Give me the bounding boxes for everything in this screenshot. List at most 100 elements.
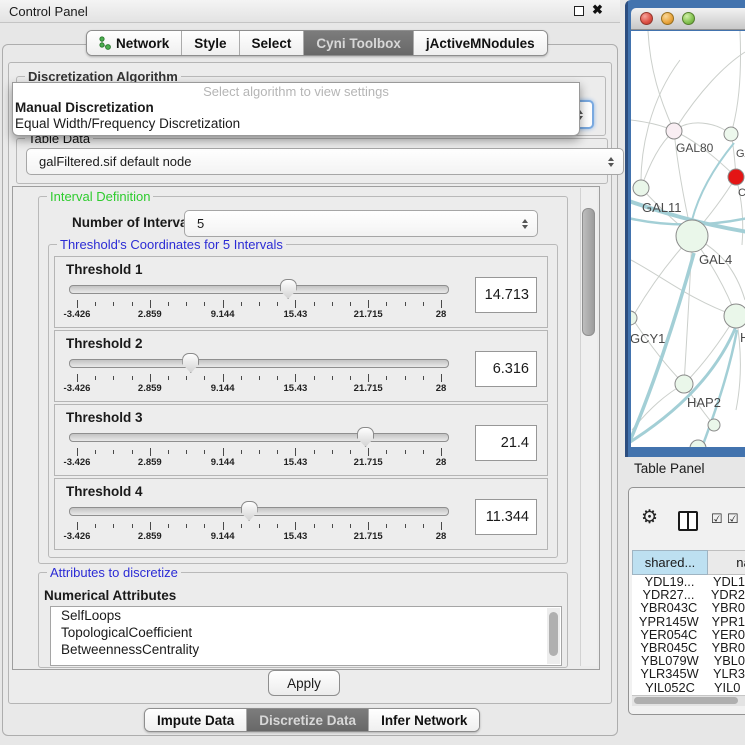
tick-mark — [150, 300, 151, 308]
num-intervals-combobox[interactable]: 5 — [184, 210, 538, 237]
tick-label: 28 — [436, 309, 447, 320]
algorithm-option-manual[interactable]: Manual Discretization — [13, 100, 579, 116]
threshold-slider-4[interactable]: -3.4262.8599.14415.4321.71528 — [67, 501, 451, 545]
tick-mark — [77, 300, 78, 308]
attribute-list-item[interactable]: TopologicalCoefficient — [51, 624, 561, 641]
float-window-icon[interactable] — [574, 6, 584, 16]
slider-thumb[interactable] — [182, 353, 199, 373]
table-row[interactable]: YBR045CYBR0 — [632, 641, 745, 654]
tick-label: 28 — [436, 383, 447, 394]
tick-mark — [223, 374, 224, 382]
tick-mark — [259, 524, 260, 528]
tick-mark — [314, 302, 315, 306]
table-row[interactable]: YBL079WYBL0 — [632, 654, 745, 667]
tick-label: -3.426 — [64, 531, 91, 542]
combo-arrows-icon — [522, 219, 528, 229]
slider-inner: -3.4262.8599.14415.4321.71528 — [77, 279, 441, 323]
checkbox-column-icon[interactable]: ☑ — [727, 512, 739, 525]
tick-mark — [332, 376, 333, 380]
network-node[interactable] — [724, 304, 745, 328]
network-node[interactable] — [675, 375, 693, 393]
table-row[interactable]: YER054CYER0 — [632, 628, 745, 641]
table-row[interactable]: YLR345WYLR3 — [632, 667, 745, 680]
checkbox-column-icon[interactable]: ☑ — [711, 512, 723, 525]
tick-mark — [241, 376, 242, 380]
threshold-value-field[interactable]: 21.4 — [475, 425, 537, 461]
close-traffic-light-icon[interactable] — [640, 12, 653, 25]
settings-gear-icon[interactable]: ⚙ — [641, 508, 658, 527]
minimize-traffic-light-icon[interactable] — [661, 12, 674, 25]
vertical-scrollbar-thumb[interactable] — [582, 208, 595, 336]
node-label: C — [738, 187, 745, 199]
node-label: GA — [736, 148, 745, 160]
threshold-slider-3[interactable]: -3.4262.8599.14415.4321.71528 — [67, 427, 451, 471]
tab-label: jActiveMNodules — [426, 36, 535, 51]
tick-mark — [95, 450, 96, 454]
tab-infer-network[interactable]: Infer Network — [368, 709, 479, 731]
slider-thumb[interactable] — [241, 501, 258, 521]
network-view-canvas[interactable]: GAL80GACGAL11GAL4GCY1HHAP2 — [631, 31, 745, 447]
network-node[interactable] — [676, 220, 708, 252]
num-intervals-value: 5 — [197, 216, 204, 231]
threshold-slider-2[interactable]: -3.4262.8599.14415.4321.71528 — [67, 353, 451, 397]
slider-thumb[interactable] — [357, 427, 374, 447]
threshold-slider-1[interactable]: -3.4262.8599.14415.4321.71528 — [67, 279, 451, 323]
tab-jactivemnodules[interactable]: jActiveMNodules — [413, 31, 547, 55]
algorithm-option-equal-width[interactable]: Equal Width/Frequency Discretization — [13, 116, 579, 132]
tick-mark — [332, 302, 333, 306]
network-node[interactable] — [631, 311, 637, 325]
attribute-list-item[interactable]: SelfLoops — [51, 607, 561, 624]
tick-mark — [223, 522, 224, 530]
apply-button[interactable]: Apply — [268, 670, 340, 696]
table-data-combobox[interactable]: galFiltered.sif default node — [26, 148, 624, 175]
tick-mark — [204, 450, 205, 454]
threshold-panel-1: Threshold 1-3.4262.8599.14415.4321.71528… — [54, 256, 548, 328]
network-node[interactable] — [724, 127, 738, 141]
zoom-traffic-light-icon[interactable] — [682, 12, 695, 25]
network-node[interactable] — [728, 169, 744, 185]
tick-label: 15.43 — [284, 531, 308, 542]
node-table[interactable]: YDL19...YDL1YDR27...YDR2YBR043CYBR0YPR14… — [632, 575, 745, 695]
tab-discretize-data[interactable]: Discretize Data — [246, 709, 368, 731]
threshold-value-field[interactable]: 11.344 — [475, 499, 537, 535]
cell-name: YIL0 — [708, 680, 740, 695]
threshold-value-field[interactable]: 6.316 — [475, 351, 537, 387]
tab-impute-data[interactable]: Impute Data — [145, 709, 246, 731]
slider-thumb[interactable] — [280, 279, 297, 299]
network-window-titlebar[interactable] — [631, 8, 745, 30]
split-view-icon[interactable] — [678, 511, 698, 531]
table-row[interactable]: YDL19...YDL1 — [632, 575, 745, 588]
tab-style[interactable]: Style — [181, 31, 238, 55]
table-row[interactable]: YBR043CYBR0 — [632, 601, 745, 614]
threshold-value-field[interactable]: 14.713 — [475, 277, 537, 313]
tick-mark — [77, 374, 78, 382]
tick-label: 2.859 — [138, 457, 162, 468]
tab-cyni-toolbox[interactable]: Cyni Toolbox — [303, 31, 413, 55]
tick-mark — [332, 524, 333, 528]
network-node[interactable] — [666, 123, 682, 139]
table-row[interactable]: YIL052CYIL0 — [632, 681, 745, 694]
horizontal-scrollbar[interactable] — [632, 695, 745, 706]
tick-mark — [132, 302, 133, 306]
tab-select[interactable]: Select — [239, 31, 304, 55]
network-node[interactable] — [708, 419, 720, 431]
algorithm-dropdown-popup: Select algorithm to view settings Manual… — [12, 82, 580, 136]
list-scrollbar-thumb[interactable] — [549, 612, 558, 656]
attribute-list-item[interactable]: BetweennessCentrality — [51, 641, 561, 658]
tick-label: 21.715 — [354, 309, 383, 320]
network-node[interactable] — [633, 180, 649, 196]
close-icon[interactable]: ✖ — [592, 2, 603, 18]
table-row[interactable]: YDR27...YDR2 — [632, 588, 745, 601]
table-row[interactable]: YPR145WYPR1 — [632, 615, 745, 628]
tick-mark — [441, 300, 442, 308]
tab-network[interactable]: Network — [87, 31, 181, 55]
tick-mark — [186, 524, 187, 528]
numerical-attributes-label: Numerical Attributes — [44, 588, 176, 603]
horizontal-scrollbar-thumb[interactable] — [634, 697, 738, 704]
tick-label: 28 — [436, 457, 447, 468]
column-header-name[interactable]: name — [708, 550, 745, 575]
tick-mark — [295, 448, 296, 456]
table-data-selected: galFiltered.sif default node — [39, 154, 191, 169]
tick-mark — [314, 450, 315, 454]
column-header-shared-name[interactable]: shared... — [632, 550, 708, 575]
